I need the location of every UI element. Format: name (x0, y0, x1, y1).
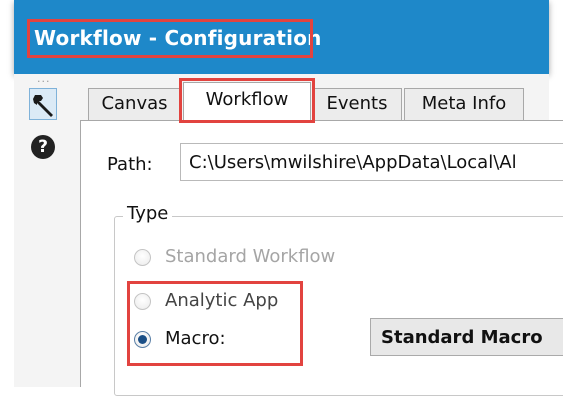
macro-type-select[interactable]: Standard Macro (370, 318, 563, 356)
tool-strip (14, 74, 76, 387)
standard-workflow-radio[interactable] (134, 249, 151, 266)
tab-meta-info[interactable]: Meta Info (404, 88, 524, 120)
drag-handle[interactable]: ... (37, 72, 51, 85)
tab-canvas[interactable]: Canvas (88, 88, 181, 120)
title-highlight-box (27, 19, 313, 58)
standard-workflow-label: Standard Workflow (165, 246, 336, 267)
help-icon[interactable]: ? (31, 135, 55, 159)
path-field[interactable]: C:\Users\mwilshire\AppData\Local\Al (180, 143, 563, 181)
radio-highlight-box (127, 281, 303, 366)
type-group-title: Type (123, 203, 173, 224)
configuration-tool-button[interactable] (29, 88, 57, 120)
tab-highlight-box (179, 78, 315, 123)
path-label: Path: (107, 154, 153, 175)
tab-events[interactable]: Events (312, 88, 402, 120)
wrench-icon (33, 95, 53, 117)
